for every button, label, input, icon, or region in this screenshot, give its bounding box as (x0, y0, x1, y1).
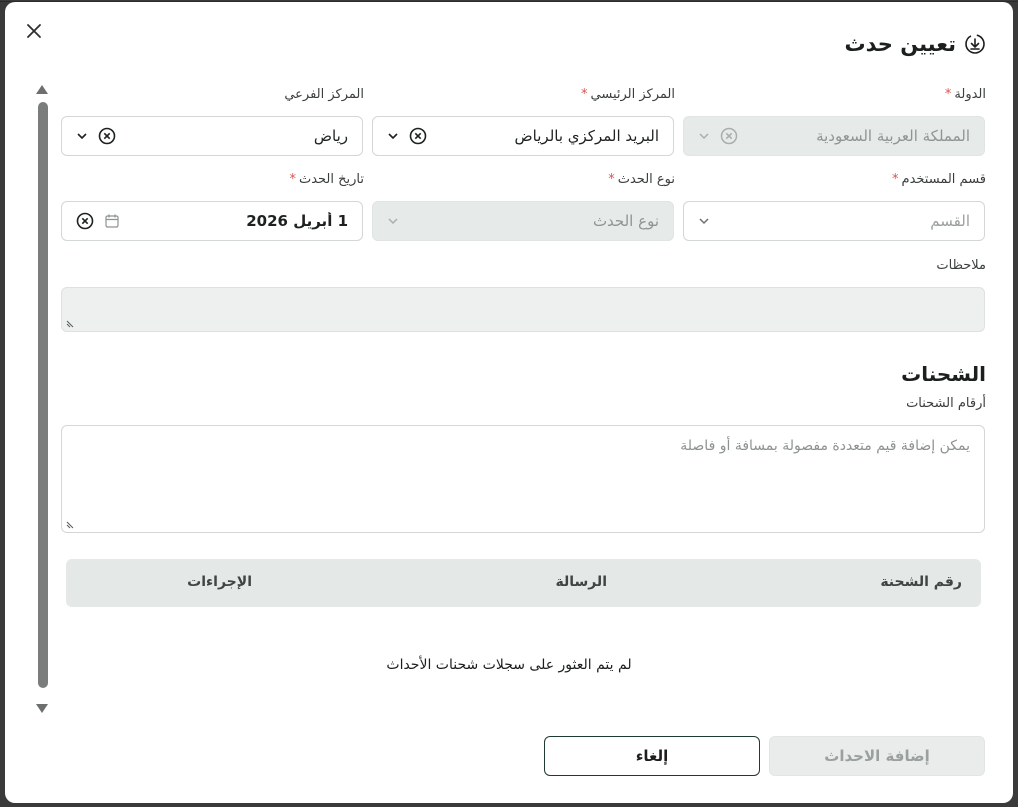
shipment-numbers-placeholder: يمكن إضافة قيم متعددة مفصولة بمسافة أو ف… (680, 438, 970, 454)
sub-center-select[interactable]: رياض (61, 116, 363, 156)
column-message: الرسالة (555, 574, 607, 590)
column-actions: الإجراءات (187, 574, 252, 590)
event-date-label: تاريخ الحدث* (289, 172, 364, 187)
event-date-value: 1 أبريل 2026 (246, 212, 348, 230)
close-icon[interactable] (23, 20, 45, 42)
chevron-down-icon[interactable] (76, 130, 88, 142)
shipments-heading: الشحنات (901, 362, 986, 386)
shipment-numbers-textarea[interactable]: يمكن إضافة قيم متعددة مفصولة بمسافة أو ف… (61, 425, 985, 533)
event-type-placeholder: نوع الحدث (592, 212, 659, 230)
dialog-title-text: تعيين حدث (844, 32, 956, 56)
event-type-select: نوع الحدث (372, 201, 674, 241)
chevron-down-icon (699, 133, 709, 140)
main-center-select[interactable]: البريد المركزي بالرياض (372, 116, 674, 156)
column-shipment-number: رقم الشحنة (880, 574, 962, 590)
notes-label: ملاحظات (936, 258, 986, 273)
calendar-icon[interactable] (104, 213, 120, 229)
country-select: المملكة العربية السعودية (683, 116, 985, 156)
user-department-placeholder: القسم (930, 212, 970, 230)
main-center-value: البريد المركزي بالرياض (514, 127, 659, 145)
scroll-down-arrow[interactable] (36, 704, 48, 713)
notes-textarea[interactable] (61, 287, 985, 332)
clear-icon[interactable] (76, 212, 94, 230)
download-circle-icon (965, 34, 985, 54)
resize-handle-icon[interactable] (66, 318, 76, 328)
main-center-label: المركز الرئيسي* (581, 87, 675, 102)
dialog-title: تعيين حدث (845, 32, 986, 56)
event-date-picker[interactable]: 1 أبريل 2026 (61, 201, 363, 241)
event-type-label: نوع الحدث* (608, 172, 675, 187)
scrollbar-thumb[interactable] (38, 102, 48, 688)
scroll-up-arrow[interactable] (36, 85, 48, 94)
user-department-label: قسم المستخدم* (892, 172, 986, 187)
cancel-button[interactable]: إلغاء (544, 736, 760, 776)
chevron-down-icon (388, 218, 398, 225)
user-department-select[interactable]: القسم (683, 201, 985, 241)
country-label: الدولة* (944, 87, 986, 102)
assign-event-dialog: تعيين حدث الدولة* المركز الرئيسي* المركز… (5, 2, 1013, 803)
shipment-numbers-label: أرقام الشحنات (906, 396, 986, 411)
clear-icon[interactable] (409, 127, 427, 145)
empty-table-message: لم يتم العثور على سجلات شحنات الأحداث (386, 657, 632, 673)
shipments-table-header: رقم الشحنة الرسالة الإجراءات (66, 559, 981, 607)
sub-center-value: رياض (313, 127, 348, 145)
chevron-down-icon[interactable] (387, 130, 399, 142)
clear-icon (720, 127, 738, 145)
resize-handle-icon[interactable] (66, 519, 76, 529)
sub-center-label: المركز الفرعي (284, 87, 364, 102)
add-events-button[interactable]: إضافة الاحداث (769, 736, 985, 776)
clear-icon[interactable] (98, 127, 116, 145)
country-value: المملكة العربية السعودية (816, 127, 970, 145)
chevron-down-icon[interactable] (698, 215, 710, 227)
